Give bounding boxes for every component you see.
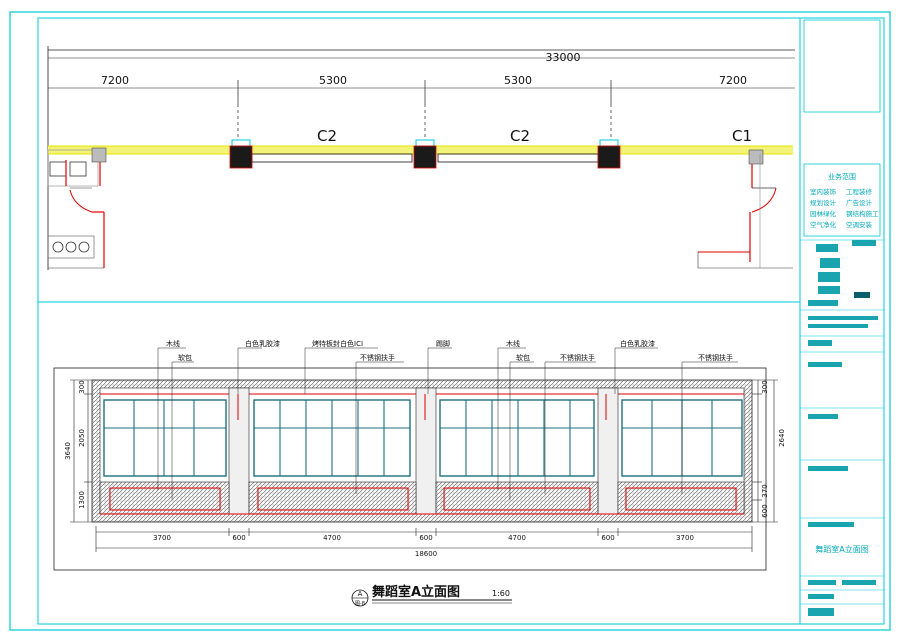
title-marker: A <box>358 590 363 598</box>
callout-wood-trim-2: 木线 <box>506 339 520 348</box>
bottom-dim-3: 4700 <box>323 534 341 542</box>
title-scale: 1:60 <box>492 589 510 598</box>
left-dim-total: 3640 <box>64 442 72 460</box>
left-dim-2: 2050 <box>78 429 86 447</box>
title-block: 业务范围 室内装饰 工程装修 规划设计 广告设计 园林绿化 钢结构施工 空气净化… <box>799 18 884 624</box>
service-3: 规划设计 <box>810 198 837 207</box>
right-dim-total: 2640 <box>778 429 786 447</box>
plan-window-label-2: C2 <box>510 127 530 145</box>
bottom-dim-1: 3700 <box>153 534 171 542</box>
service-8: 空调安装 <box>846 220 873 229</box>
bottom-dim-7: 3700 <box>676 534 694 542</box>
callout-white-paint-2: 白色乳胶漆 <box>620 339 655 348</box>
elevation-view: 300 2050 1300 3640 300 370 600 2640 3700… <box>53 339 786 571</box>
service-2: 工程装修 <box>846 187 873 196</box>
callout-handrail-2: 不锈钢扶手 <box>560 353 595 362</box>
plan-dim-segment-2: 5300 <box>319 74 347 87</box>
cad-drawing-sheet: 33000 7200 5300 5300 7200 C2 C2 C1 300 2… <box>9 11 891 631</box>
drawing-title: A 图-8 舞蹈室A立面图 1:60 <box>351 584 512 607</box>
service-7: 空气净化 <box>810 220 837 229</box>
callout-wood-trim-1: 木线 <box>166 339 180 348</box>
plan-dim-segment-3: 5300 <box>504 74 532 87</box>
service-6: 钢结构施工 <box>846 209 879 218</box>
service-1: 室内装饰 <box>810 187 837 196</box>
services-heading: 业务范围 <box>828 172 856 181</box>
callout-ici-board: 烤特板封白色ICI <box>312 339 363 348</box>
bottom-dim-2: 600 <box>232 534 245 542</box>
service-4: 广告设计 <box>846 198 873 207</box>
sheet-outer-border <box>9 11 891 631</box>
plan-total-dimension: 33000 <box>546 51 581 64</box>
service-5: 园林绿化 <box>810 209 837 218</box>
elevation-right-dims <box>752 379 778 523</box>
plan-window-label-1: C2 <box>317 127 337 145</box>
callout-soft-pack-1: 软包 <box>178 353 192 362</box>
plan-left-details <box>47 147 107 269</box>
callout-white-paint-1: 白色乳胶漆 <box>245 339 280 348</box>
title-block-drawing-name: 舞蹈室A立面图 <box>815 544 868 554</box>
title-name: 舞蹈室A立面图 <box>371 584 460 600</box>
plan-dim-ticks <box>237 80 612 140</box>
plan-right-details <box>697 149 793 269</box>
plan-dim-segment-4: 7200 <box>719 74 747 87</box>
bottom-dim-total: 18600 <box>415 550 437 558</box>
title-sheet-ref: 图-8 <box>355 601 365 607</box>
bottom-dim-4: 600 <box>419 534 432 542</box>
plan-view: 33000 7200 5300 5300 7200 C2 C2 C1 <box>47 46 795 270</box>
left-dim-1: 300 <box>78 380 86 393</box>
left-dim-3: 1300 <box>78 491 86 509</box>
plan-window-label-3: C1 <box>732 127 752 145</box>
right-dim-1: 300 <box>761 380 769 393</box>
right-dim-3: 600 <box>761 504 769 517</box>
bottom-dim-6: 600 <box>601 534 614 542</box>
callout-handrail-3: 不锈钢扶手 <box>698 353 733 362</box>
bottom-dim-5: 4700 <box>508 534 526 542</box>
callout-skirting: 踢脚 <box>436 339 450 348</box>
callout-handrail-1: 不锈钢扶手 <box>360 353 395 362</box>
callout-soft-pack-2: 软包 <box>516 353 530 362</box>
plan-dim-segment-1: 7200 <box>101 74 129 87</box>
right-dim-2: 370 <box>761 484 769 497</box>
